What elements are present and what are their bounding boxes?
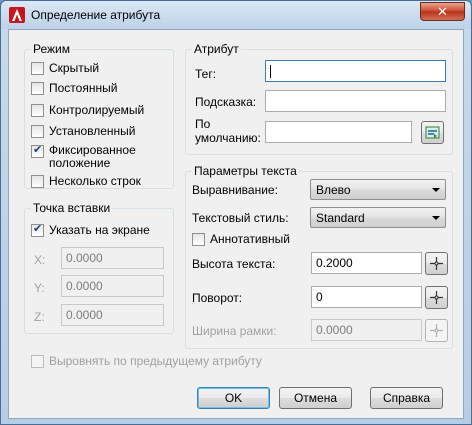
prompt-label: Подсказка:: [195, 95, 257, 109]
text-height-input[interactable]: 0.2000: [311, 252, 422, 274]
verify-checkbox-row[interactable]: Контролируемый: [31, 103, 144, 117]
text-style-label: Текстовый стиль:: [192, 211, 289, 225]
text-settings-title: Параметры текста: [192, 164, 299, 178]
window-title: Определение атрибута: [31, 8, 161, 22]
tag-label: Тег:: [195, 67, 217, 81]
autocad-app-icon: [9, 7, 25, 23]
annotative-label: Аннотативный: [210, 232, 290, 246]
mode-group-title: Режим: [31, 42, 72, 56]
insertion-group-title: Точка вставки: [31, 201, 113, 215]
multiline-checkbox[interactable]: [31, 175, 44, 188]
ok-button[interactable]: OK: [197, 387, 270, 409]
pick-rotation-button[interactable]: [425, 286, 448, 309]
constant-checkbox-row[interactable]: Постоянный: [31, 81, 117, 95]
preset-checkbox-row[interactable]: Установленный: [31, 124, 136, 138]
verify-label: Контролируемый: [49, 103, 145, 117]
hidden-checkbox[interactable]: [31, 62, 44, 75]
x-input[interactable]: 0.0000: [61, 247, 164, 269]
x-label: X:: [34, 253, 46, 267]
align-previous-row[interactable]: Выровнять по предыдущему атрибуту: [31, 354, 262, 368]
y-input[interactable]: 0.0000: [61, 275, 164, 297]
dialog-client: Режим Скрытый Постоянный Контролируемый …: [8, 29, 464, 419]
pick-height-button[interactable]: [425, 252, 448, 275]
specify-onscreen-row[interactable]: Указать на экране: [31, 222, 150, 237]
default-label-line1: По: [195, 117, 211, 131]
prompt-input[interactable]: [265, 90, 446, 112]
constant-checkbox[interactable]: [31, 82, 44, 95]
pick-width-button[interactable]: [425, 319, 448, 342]
tag-input[interactable]: [265, 60, 446, 82]
rotation-input[interactable]: 0: [311, 286, 422, 308]
preset-checkbox[interactable]: [31, 125, 44, 138]
crosshair-icon: [430, 291, 443, 304]
justification-label: Выравнивание:: [192, 183, 278, 197]
specify-onscreen-checkbox[interactable]: [31, 222, 44, 237]
text-height-label: Высота текста:: [192, 257, 276, 271]
constant-label: Постоянный: [49, 81, 118, 95]
boundary-width-label: Ширина рамки:: [192, 324, 277, 338]
help-button[interactable]: Справка: [370, 387, 443, 409]
default-label-line2: умолчанию:: [195, 131, 261, 145]
boundary-width-input[interactable]: 0.0000: [311, 319, 422, 341]
annotative-row[interactable]: Аннотативный: [192, 232, 290, 246]
preset-label: Установленный: [49, 124, 136, 138]
lock-position-checkbox[interactable]: [31, 143, 44, 158]
chevron-down-icon: [432, 188, 440, 192]
lock-position-label: Фиксированное положение: [49, 143, 136, 170]
align-previous-checkbox[interactable]: [31, 355, 44, 368]
text-style-select[interactable]: Standard: [310, 207, 446, 228]
insert-field-button[interactable]: [421, 121, 444, 144]
multiline-checkbox-row[interactable]: Несколько строк: [31, 174, 141, 188]
lock-position-checkbox-row[interactable]: Фиксированное положение: [31, 143, 159, 170]
chevron-down-icon: [432, 216, 440, 220]
specify-onscreen-label: Указать на экране: [49, 223, 150, 237]
cancel-button[interactable]: Отмена: [279, 387, 352, 409]
y-label: Y:: [34, 281, 45, 295]
crosshair-icon: [430, 324, 443, 337]
z-input[interactable]: 0.0000: [61, 304, 164, 326]
insert-field-icon: [425, 126, 440, 139]
attribute-group-title: Атрибут: [192, 42, 241, 56]
justification-select[interactable]: Влево: [310, 179, 446, 200]
close-button[interactable]: ✕: [420, 2, 465, 21]
dialog-window: Определение атрибута ✕ Режим Скрытый Пос…: [0, 0, 472, 425]
align-previous-label: Выровнять по предыдущему атрибуту: [49, 354, 262, 368]
hidden-checkbox-row[interactable]: Скрытый: [31, 61, 99, 75]
title-bar[interactable]: Определение атрибута ✕: [1, 1, 471, 29]
multiline-label: Несколько строк: [49, 174, 141, 188]
crosshair-icon: [430, 257, 443, 270]
rotation-label: Поворот:: [192, 291, 243, 305]
verify-checkbox[interactable]: [31, 104, 44, 117]
text-cursor: [270, 65, 271, 79]
close-icon: ✕: [437, 4, 448, 19]
annotative-checkbox[interactable]: [192, 233, 205, 246]
default-input[interactable]: [265, 121, 412, 143]
hidden-label: Скрытый: [49, 61, 100, 75]
z-label: Z:: [34, 310, 45, 324]
